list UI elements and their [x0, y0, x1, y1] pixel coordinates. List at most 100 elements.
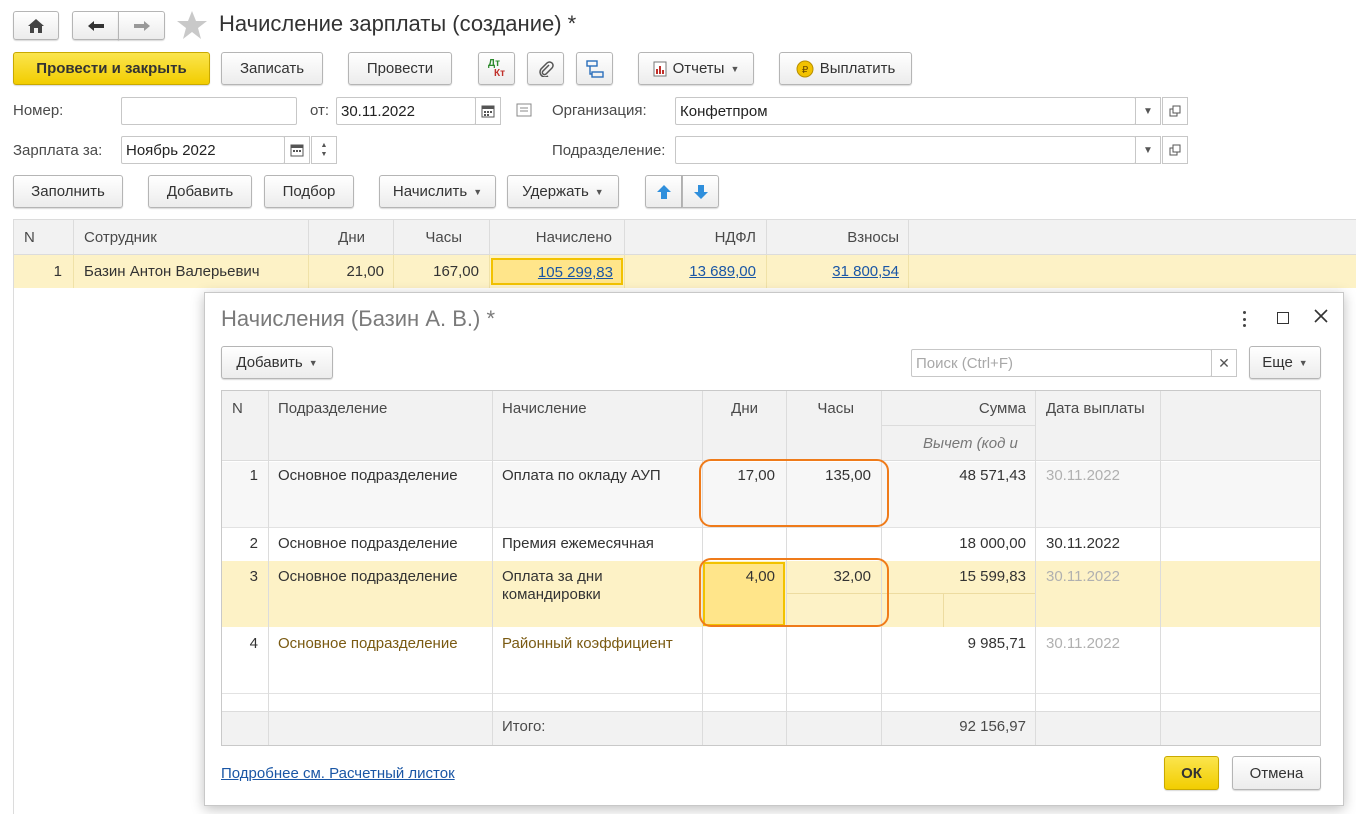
col-header-deduction[interactable]: Вычет (код и [923, 435, 1018, 452]
department-cell[interactable]: Основное подразделение [278, 535, 458, 552]
open-icon [1169, 105, 1181, 117]
search-clear-button[interactable]: ✕ [1211, 349, 1237, 377]
pay-date-cell[interactable]: 30.11.2022 [1046, 467, 1120, 484]
department-field[interactable] [675, 136, 1136, 164]
period-stepper[interactable]: ▲ ▼ [311, 136, 337, 164]
days-cell[interactable]: 21,00 [308, 263, 384, 280]
contrib-link[interactable]: 31 800,54 [766, 263, 899, 280]
col-header-days[interactable]: Дни [308, 229, 365, 246]
dt-kt-icon: Дт Кт [487, 57, 505, 79]
total-sum: 92 156,97 [959, 718, 1026, 735]
dt-label: Дт [487, 57, 501, 69]
ndfl-link[interactable]: 13 689,00 [624, 263, 756, 280]
arrow-left-icon [87, 20, 104, 31]
chevron-down-icon: ▼ [1143, 144, 1153, 156]
col-header-hours[interactable]: Часы [787, 400, 854, 417]
col-header-accrual[interactable]: Начисление [502, 400, 587, 417]
open-icon [1169, 144, 1181, 156]
arrow-up-icon [656, 184, 671, 199]
move-up-button[interactable] [645, 175, 682, 208]
paperclip-icon [538, 60, 554, 77]
structure-button[interactable] [576, 52, 613, 85]
search-input[interactable]: Поиск (Ctrl+F) [911, 349, 1212, 377]
accrued-value[interactable]: 105 299,83 [538, 264, 613, 281]
comment-icon[interactable] [516, 103, 532, 121]
favorite-star-icon[interactable] [176, 9, 208, 41]
days-hours-highlight [699, 459, 889, 527]
salary-period-field[interactable]: Ноябрь 2022 [121, 136, 285, 164]
pay-date-cell[interactable]: 30.11.2022 [1046, 535, 1120, 552]
period-calendar-button[interactable] [284, 136, 310, 164]
accrual-cell-line2[interactable]: командировки [502, 586, 601, 603]
sum-cell[interactable]: 48 571,43 [882, 467, 1026, 484]
employee-cell[interactable]: Базин Антон Валерьевич [84, 263, 260, 280]
more-actions-icon[interactable] [1237, 309, 1251, 329]
col-header-accrued[interactable]: Начислено [489, 229, 612, 246]
attach-button[interactable] [527, 52, 564, 85]
forward-button[interactable] [118, 11, 165, 40]
move-down-button[interactable] [682, 175, 719, 208]
organization-dropdown-button[interactable]: ▼ [1135, 97, 1161, 125]
accrual-cell[interactable]: Районный коэффициент [502, 635, 673, 652]
home-button[interactable] [13, 11, 59, 40]
report-icon [653, 61, 667, 76]
sum-cell[interactable]: 15 599,83 [882, 568, 1026, 585]
pay-date-cell[interactable]: 30.11.2022 [1046, 568, 1120, 585]
number-field[interactable] [121, 97, 297, 125]
arrow-down-icon [693, 184, 708, 199]
organization-field[interactable]: Конфетпром [675, 97, 1136, 125]
dialog-title: Начисления (Базин А. В.) * [221, 306, 496, 331]
ok-button[interactable]: ОК [1164, 756, 1219, 790]
dt-kt-button[interactable]: Дт Кт [478, 52, 515, 85]
department-cell[interactable]: Основное подразделение [278, 635, 458, 652]
col-header-employee[interactable]: Сотрудник [84, 229, 157, 246]
close-icon[interactable] [1313, 308, 1329, 324]
col-header-sum[interactable]: Сумма [882, 400, 1026, 417]
department-open-button[interactable] [1162, 136, 1188, 164]
chevron-down-icon: ▼ [594, 186, 604, 197]
dialog-add-label: Добавить [236, 354, 303, 371]
kt-label: Кт [493, 67, 505, 79]
table-row[interactable]: 1 Базин Антон Валерьевич 21,00 167,00 10… [14, 255, 1356, 288]
deduct-button[interactable]: Удержать ▼ [507, 175, 619, 208]
pick-button[interactable]: Подбор [264, 175, 354, 208]
col-header-n[interactable]: N [232, 400, 243, 417]
col-header-contrib[interactable]: Взносы [766, 229, 899, 246]
hours-cell[interactable]: 167,00 [393, 263, 479, 280]
post-button[interactable]: Провести [348, 52, 452, 85]
reports-button[interactable]: Отчеты ▼ [638, 52, 754, 85]
col-header-n[interactable]: N [24, 229, 35, 246]
department-cell[interactable]: Основное подразделение [278, 568, 458, 585]
sum-cell[interactable]: 18 000,00 [882, 535, 1026, 552]
col-header-pay-date[interactable]: Дата выплаты [1046, 400, 1145, 417]
dialog-add-button[interactable]: Добавить ▼ [221, 346, 333, 379]
accrual-cell[interactable]: Оплата по окладу АУП [502, 467, 661, 484]
pay-button[interactable]: ₽ Выплатить [779, 52, 912, 85]
accrual-cell[interactable]: Премия ежемесячная [502, 535, 654, 552]
accrued-cell[interactable]: 105 299,83 [491, 258, 623, 285]
chevron-down-icon: ▼ [473, 186, 483, 197]
cancel-button[interactable]: Отмена [1232, 756, 1321, 790]
department-dropdown-button[interactable]: ▼ [1135, 136, 1161, 164]
calendar-button[interactable] [475, 97, 501, 125]
fill-button[interactable]: Заполнить [13, 175, 123, 208]
col-header-days[interactable]: Дни [702, 400, 758, 417]
add-row-button[interactable]: Добавить [148, 175, 252, 208]
col-header-department[interactable]: Подразделение [278, 400, 387, 417]
col-header-ndfl[interactable]: НДФЛ [624, 229, 756, 246]
post-and-close-button[interactable]: Провести и закрыть [13, 52, 210, 85]
accrual-cell[interactable]: Оплата за дни [502, 568, 603, 585]
organization-open-button[interactable] [1162, 97, 1188, 125]
number-label: Номер: [13, 102, 64, 119]
col-header-hours[interactable]: Часы [393, 229, 462, 246]
department-cell[interactable]: Основное подразделение [278, 467, 458, 484]
more-button[interactable]: Еще ▼ [1249, 346, 1321, 379]
maximize-icon[interactable] [1277, 312, 1289, 324]
payslip-link[interactable]: Подробнее см. Расчетный листок [221, 765, 455, 782]
accrue-button[interactable]: Начислить ▼ [379, 175, 496, 208]
back-button[interactable] [72, 11, 119, 40]
date-field[interactable]: 30.11.2022 [336, 97, 476, 125]
sum-cell[interactable]: 9 985,71 [882, 635, 1026, 652]
pay-date-cell[interactable]: 30.11.2022 [1046, 635, 1120, 652]
save-button[interactable]: Записать [221, 52, 323, 85]
